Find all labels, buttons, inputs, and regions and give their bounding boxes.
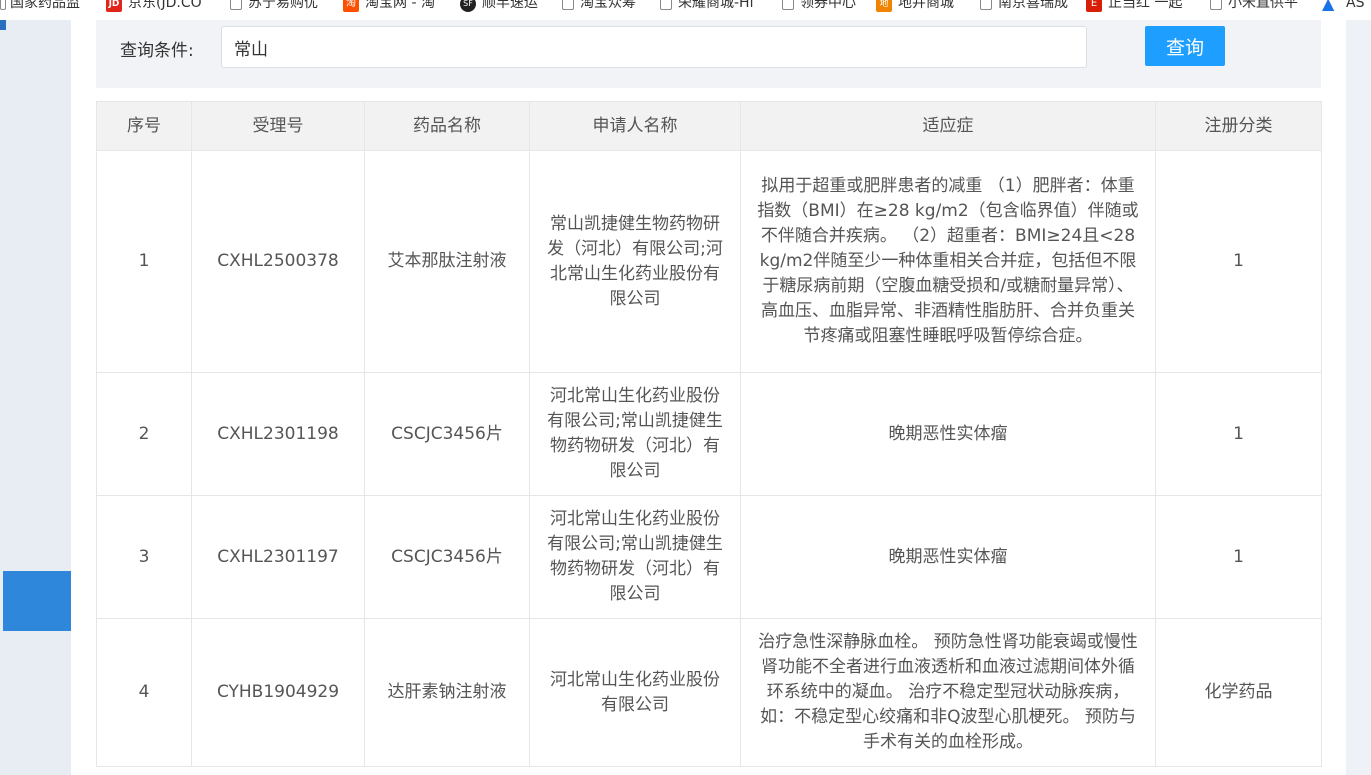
results-table: 序号 受理号 药品名称 申请人名称 适应症 注册分类 1 CXHL2500378… — [96, 101, 1322, 767]
bookmark-item[interactable]: E 正当红 一起 — [1086, 0, 1182, 16]
column-header-applicant: 申请人名称 — [529, 101, 741, 151]
search-input[interactable] — [221, 26, 1087, 68]
cell-registration-class: 1 — [1155, 495, 1322, 619]
cell-registration-class: 1 — [1155, 150, 1322, 373]
bookmark-item[interactable]: 领券中心 — [782, 0, 856, 16]
taobao-icon: 淘 — [343, 0, 359, 12]
red-icon: E — [1086, 0, 1102, 12]
cell-acceptance-no: CXHL2500378 — [191, 150, 365, 373]
page-icon — [562, 0, 574, 10]
cell-acceptance-no: CYHB1904929 — [191, 618, 365, 767]
sidebar-active-item[interactable] — [3, 571, 71, 631]
bookmark-item[interactable]: JD 京东(JD.CO — [106, 0, 202, 16]
bookmark-item[interactable]: 国家药品监 — [0, 0, 80, 16]
bookmark-item[interactable]: 淘淘宝网 - 淘 — [343, 0, 435, 16]
table-row: 4 CYHB1904929 达肝素钠注射液 河北常山生化药业股份有限公司 治疗急… — [96, 618, 1322, 767]
bookmark-item[interactable]: 苏宁易购优 — [230, 0, 318, 16]
cell-registration-class: 化学药品 — [1155, 618, 1322, 767]
page-icon — [230, 0, 242, 10]
cell-registration-class: 1 — [1155, 372, 1322, 496]
page-icon — [1210, 0, 1222, 10]
cell-applicant: 河北常山生化药业股份有限公司;常山凯捷健生物药物研发（河北）有限公司 — [529, 495, 741, 619]
cell-index: 4 — [96, 618, 192, 767]
bookmark-item[interactable]: 荣耀商城-Hi — [660, 0, 753, 16]
table-header-row: 序号 受理号 药品名称 申请人名称 适应症 注册分类 — [96, 101, 1322, 151]
cell-index: 1 — [96, 150, 192, 373]
column-header-drug-name: 药品名称 — [364, 101, 530, 151]
search-button[interactable]: 查询 — [1145, 26, 1225, 66]
cell-indication: 晚期恶性实体瘤 — [740, 495, 1156, 619]
cell-index: 3 — [96, 495, 192, 619]
sidebar-notch — [0, 20, 6, 30]
table-row: 2 CXHL2301198 CSCJC3456片 河北常山生化药业股份有限公司;… — [96, 372, 1322, 496]
column-header-acceptance-no: 受理号 — [191, 101, 365, 151]
search-label: 查询条件: — [120, 41, 194, 61]
bookmark-item[interactable]: 南京喜瑞成 — [980, 0, 1068, 16]
asus-icon: ▲ — [1322, 0, 1335, 13]
bookmark-item[interactable]: ▲ AS — [1322, 0, 1364, 16]
cell-index: 2 — [96, 372, 192, 496]
column-header-indication: 适应症 — [740, 101, 1156, 151]
cell-applicant: 河北常山生化药业股份有限公司;常山凯捷健生物药物研发（河北）有限公司 — [529, 372, 741, 496]
page-icon — [660, 0, 672, 10]
page-icon — [782, 0, 794, 10]
jd-icon: JD — [106, 0, 122, 12]
dijing-icon: 地 — [876, 0, 892, 12]
scrollbar-track[interactable] — [1346, 20, 1371, 775]
bookmark-item[interactable]: SF 顺丰速运 — [460, 0, 538, 16]
bookmark-item[interactable]: 淘宝众筹 — [562, 0, 636, 16]
search-panel: 查询条件: 查询 — [96, 20, 1321, 88]
left-sidebar — [0, 20, 71, 775]
cell-indication: 拟用于超重或肥胖患者的减重 （1）肥胖者：体重指数（BMI）在≥28 kg/m2… — [740, 150, 1156, 373]
sf-icon: SF — [460, 0, 476, 12]
cell-drug-name: CSCJC3456片 — [364, 372, 530, 496]
cell-drug-name: 达肝素钠注射液 — [364, 618, 530, 767]
table-row: 3 CXHL2301197 CSCJC3456片 河北常山生化药业股份有限公司;… — [96, 495, 1322, 619]
cell-drug-name: CSCJC3456片 — [364, 495, 530, 619]
cell-indication: 治疗急性深静脉血栓。 预防急性肾功能衰竭或慢性肾功能不全者进行血液透析和血液过滤… — [740, 618, 1156, 767]
cell-acceptance-no: CXHL2301198 — [191, 372, 365, 496]
column-header-index: 序号 — [96, 101, 192, 151]
page-icon — [980, 0, 992, 10]
bookmarks-bar: 国家药品监 JD 京东(JD.CO 苏宁易购优 淘淘宝网 - 淘 SF 顺丰速运 淘… — [0, 0, 1371, 20]
cell-indication: 晚期恶性实体瘤 — [740, 372, 1156, 496]
cell-drug-name: 艾本那肽注射液 — [364, 150, 530, 373]
cell-acceptance-no: CXHL2301197 — [191, 495, 365, 619]
bookmark-item[interactable]: 小米直供平 — [1210, 0, 1298, 16]
page-icon — [0, 0, 6, 10]
cell-applicant: 常山凯捷健生物药物研发（河北）有限公司;河北常山生化药业股份有限公司 — [529, 150, 741, 373]
table-row: 1 CXHL2500378 艾本那肽注射液 常山凯捷健生物药物研发（河北）有限公… — [96, 150, 1322, 373]
cell-applicant: 河北常山生化药业股份有限公司 — [529, 618, 741, 767]
column-header-registration-class: 注册分类 — [1155, 101, 1322, 151]
bookmark-item[interactable]: 地地井商城 — [876, 0, 954, 16]
